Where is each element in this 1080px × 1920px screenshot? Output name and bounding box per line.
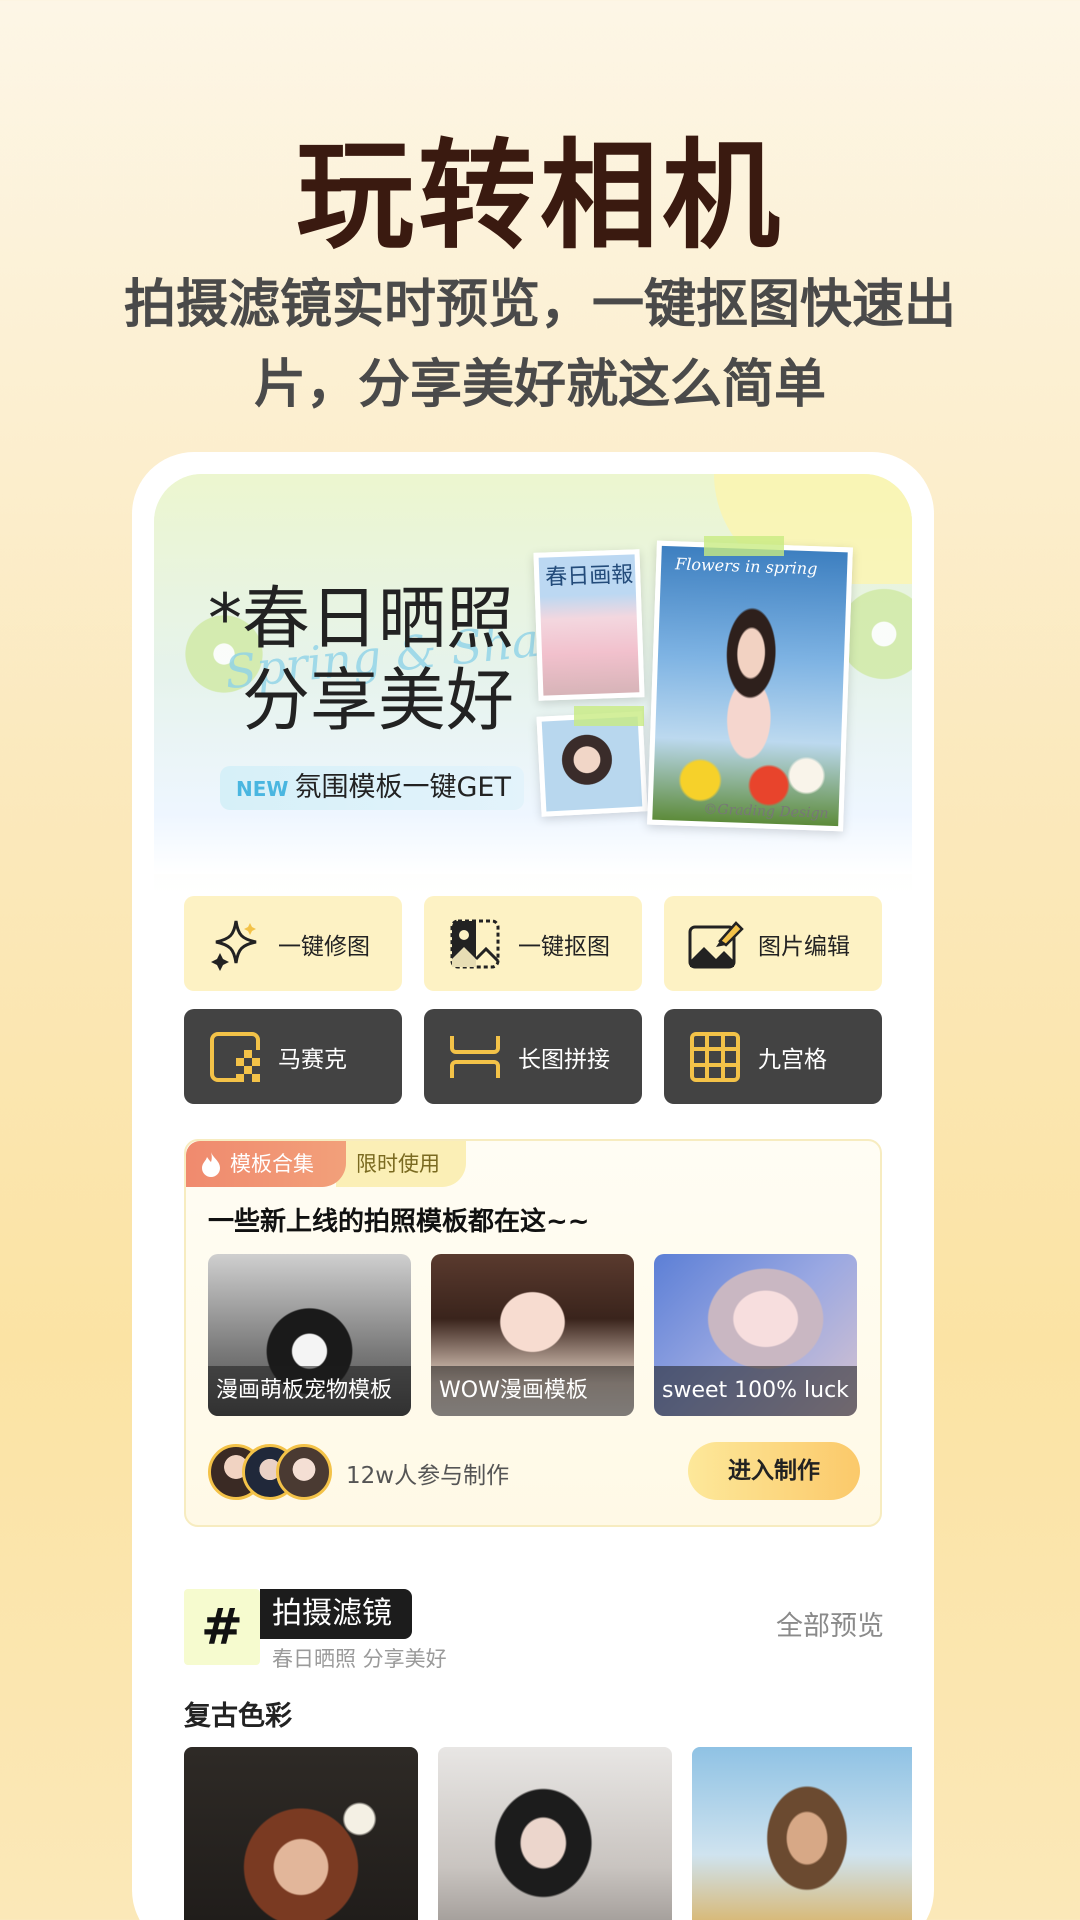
template-caption: 漫画萌板宠物模板 bbox=[208, 1366, 411, 1416]
grid-icon bbox=[690, 1031, 740, 1082]
filter-thumb[interactable] bbox=[438, 1747, 672, 1920]
banner-headline-line1: *春日晒照 bbox=[208, 580, 515, 659]
cutout-icon bbox=[450, 919, 500, 968]
long-stitch-icon bbox=[450, 1035, 500, 1078]
banner-headline-line2: 分享美好 bbox=[242, 662, 515, 741]
new-badge: NEW bbox=[236, 777, 289, 801]
tool-image-edit[interactable]: 图片编辑 bbox=[664, 896, 882, 991]
template-thumb[interactable]: 漫画萌板宠物模板 bbox=[208, 1254, 411, 1416]
tool-one-click-cutout[interactable]: 一键抠图 bbox=[424, 896, 642, 991]
avatar bbox=[276, 1444, 332, 1500]
magazine-photo: 春日画報 bbox=[533, 549, 645, 701]
filters-subtitle: 春日晒照 分享美好 bbox=[272, 1647, 447, 1671]
phone-frame: Spring & Sharing *春日晒照 分享美好 NEW 氛围模板一键GET… bbox=[132, 452, 934, 1920]
template-collection-tag: 模板合集 bbox=[186, 1141, 346, 1187]
enter-create-button[interactable]: 进入制作 bbox=[688, 1442, 860, 1500]
participants-count: 12w人参与制作 bbox=[346, 1463, 510, 1489]
filter-thumb[interactable] bbox=[692, 1747, 912, 1920]
banner-headline: *春日晒照 分享美好 bbox=[208, 579, 514, 743]
small-portrait-photo bbox=[536, 711, 648, 817]
template-heading: 一些新上线的拍照模板都在这~~ bbox=[208, 1207, 590, 1237]
limited-time-tag: 限时使用 bbox=[336, 1141, 466, 1187]
tape-decoration bbox=[704, 536, 784, 556]
tool-one-click-retouch[interactable]: 一键修图 bbox=[184, 896, 402, 991]
image-edit-icon bbox=[688, 920, 744, 968]
filters-title: 拍摄滤镜 bbox=[260, 1589, 412, 1639]
hero-subtitle: 拍摄滤镜实时预览，一键抠图快速出片，分享美好就这么简单 bbox=[123, 275, 956, 415]
magazine-title: 春日画報 bbox=[544, 562, 634, 591]
mosaic-icon bbox=[210, 1031, 260, 1082]
hashtag-icon: # bbox=[184, 1589, 260, 1665]
filter-category-title: 复古色彩 bbox=[184, 1701, 292, 1732]
hero-title: 玩转相机 bbox=[295, 127, 784, 265]
see-all-link[interactable]: 全部预览 bbox=[776, 1604, 884, 1643]
tool-label: 一键抠图 bbox=[518, 933, 610, 960]
sparkle-icon bbox=[211, 920, 257, 971]
template-collection-label: 模板合集 bbox=[230, 1152, 314, 1176]
tool-label: 九宫格 bbox=[758, 1046, 827, 1073]
tool-nine-grid[interactable]: 九宫格 bbox=[664, 1009, 882, 1104]
filter-thumb[interactable] bbox=[184, 1747, 418, 1920]
template-collection-card[interactable]: 限时使用 模板合集 一些新上线的拍照模板都在这~~ 漫画萌板宠物模板 WOW漫画… bbox=[184, 1139, 882, 1527]
tool-mosaic[interactable]: 马赛克 bbox=[184, 1009, 402, 1104]
tool-label: 马赛克 bbox=[278, 1046, 347, 1073]
banner-pill-text: 氛围模板一键GET bbox=[294, 772, 511, 803]
template-thumb[interactable]: WOW漫画模板 bbox=[431, 1254, 634, 1416]
banner-pill: NEW 氛围模板一键GET bbox=[220, 766, 524, 810]
tape-decoration bbox=[574, 706, 644, 726]
template-caption: sweet 100% luck bbox=[654, 1366, 857, 1416]
template-caption: WOW漫画模板 bbox=[431, 1366, 634, 1416]
tool-label: 一键修图 bbox=[278, 933, 370, 960]
tool-label: 长图拼接 bbox=[518, 1046, 610, 1073]
tool-long-stitch[interactable]: 长图拼接 bbox=[424, 1009, 642, 1104]
promo-banner[interactable]: Spring & Sharing *春日晒照 分享美好 NEW 氛围模板一键GET… bbox=[154, 474, 912, 874]
main-portrait-photo: Flowers in spring ©Grading Design bbox=[647, 540, 853, 832]
template-thumb[interactable]: sweet 100% luck bbox=[654, 1254, 857, 1416]
app-screen: Spring & Sharing *春日晒照 分享美好 NEW 氛围模板一键GET… bbox=[154, 474, 912, 1920]
tool-label: 图片编辑 bbox=[758, 933, 850, 960]
fire-icon bbox=[202, 1152, 220, 1177]
